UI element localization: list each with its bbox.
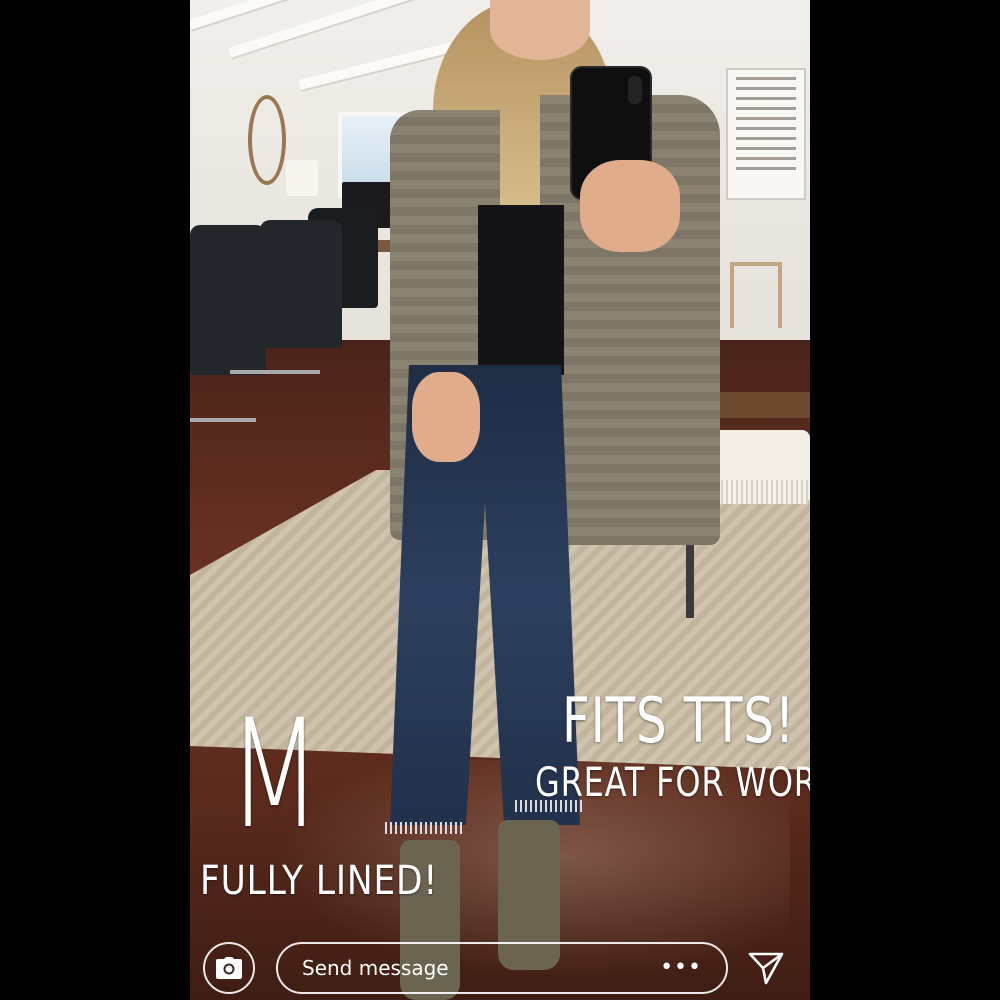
hand xyxy=(580,160,680,252)
hand xyxy=(412,372,480,462)
black-top xyxy=(478,205,564,375)
send-icon xyxy=(748,952,784,985)
message-placeholder: Send message xyxy=(302,956,449,980)
size-text: M xyxy=(228,688,322,862)
wall-poster xyxy=(726,68,806,200)
round-mirror xyxy=(248,95,286,185)
great-for-work-text: GREAT FOR WORK! xyxy=(535,760,810,806)
camera-icon xyxy=(216,957,242,979)
send-message-input[interactable]: Send message ••• xyxy=(276,942,728,994)
story-frame[interactable]: M FULLY LINED! FITS TTS! GREAT FOR WORK!… xyxy=(190,0,810,1000)
fits-tts-text: FITS TTS! xyxy=(562,684,796,757)
ottoman-fringe xyxy=(718,480,808,504)
letterbox-right xyxy=(810,0,1000,1000)
frayed-hem xyxy=(385,822,465,834)
office-chair xyxy=(190,225,266,375)
chair-base xyxy=(230,370,320,374)
office-chair xyxy=(260,220,342,348)
more-options-button[interactable]: ••• xyxy=(660,957,702,979)
wooden-chair xyxy=(730,262,782,328)
camera-button[interactable] xyxy=(203,942,255,994)
letterbox-left xyxy=(0,0,190,1000)
fully-lined-text: FULLY LINED! xyxy=(200,858,439,904)
face xyxy=(490,0,590,60)
chair-base xyxy=(190,418,256,422)
send-button[interactable] xyxy=(744,946,788,990)
lamp xyxy=(286,160,318,196)
reply-bar: Send message ••• xyxy=(190,938,810,1000)
